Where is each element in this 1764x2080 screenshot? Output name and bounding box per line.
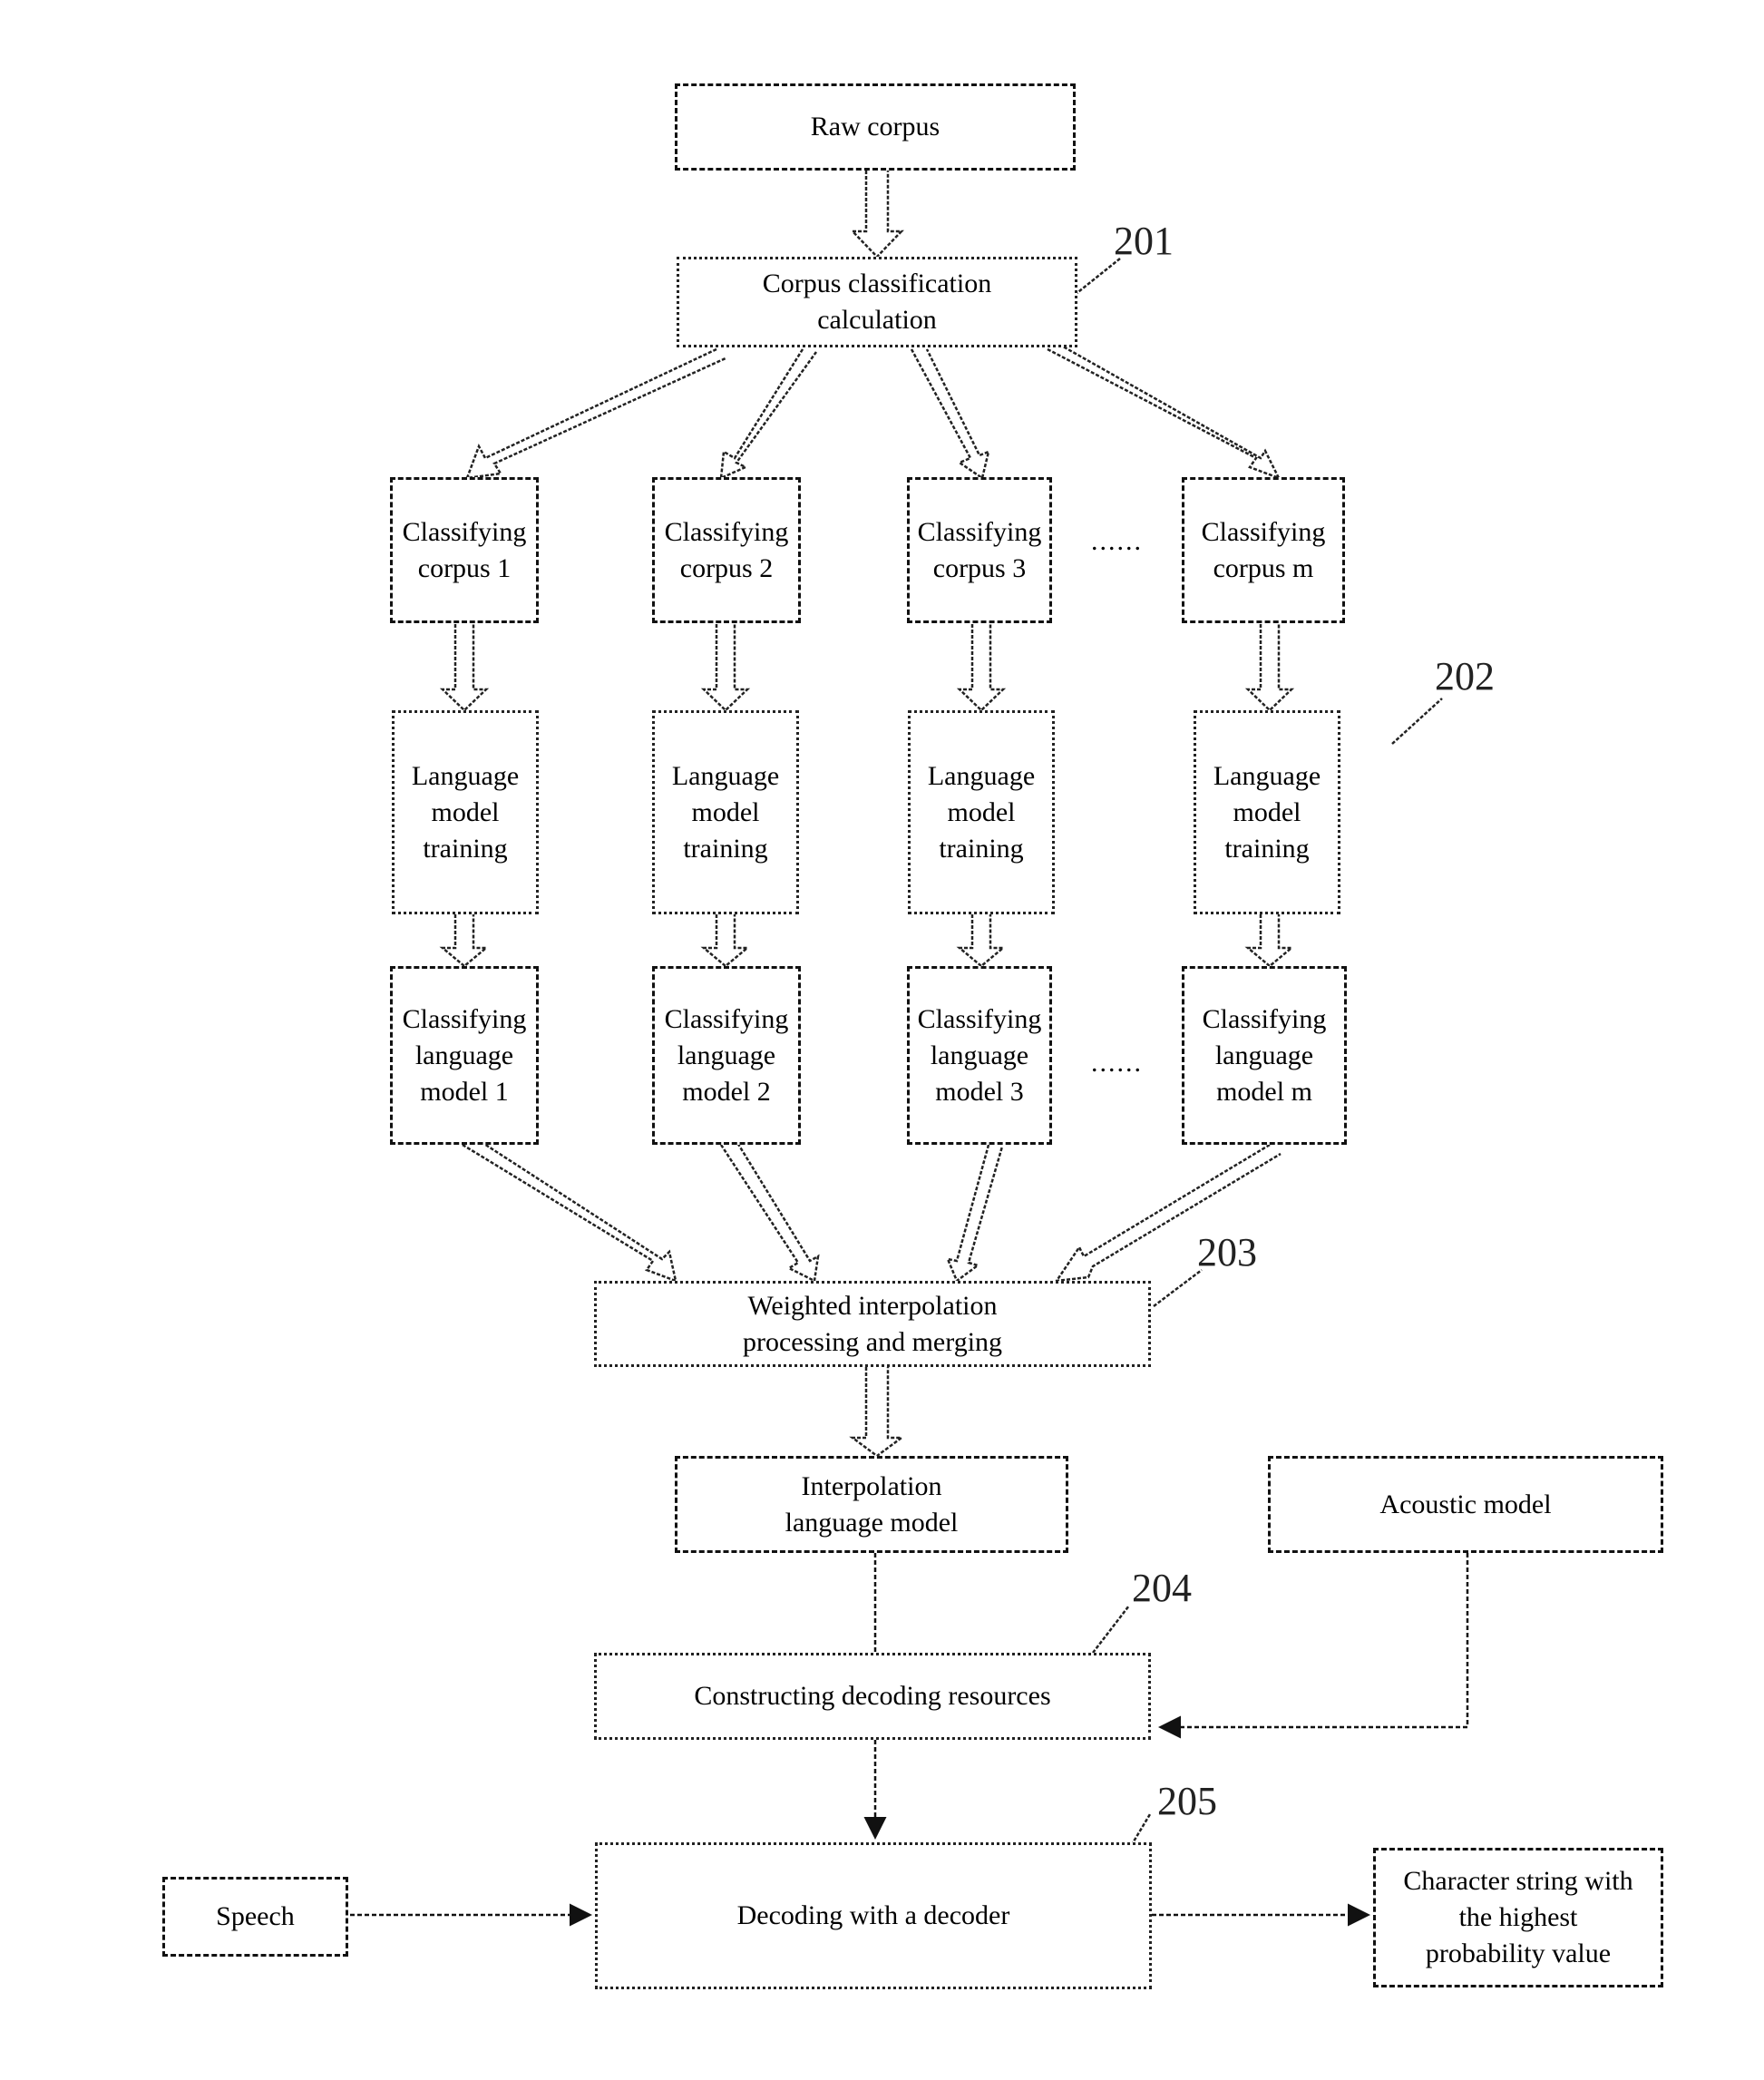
classifying-lm-3-label: Classifying language model 3 [917,1003,1042,1107]
classifying-corpus-m-label: Classifying corpus m [1201,516,1326,583]
ref-202: 202 [1435,654,1495,698]
hollow-arrow-lm2-to-weighted [719,1140,820,1283]
classifying-lm-m-label: Classifying language model m [1202,1003,1327,1107]
hollow-arrow-lm1-to-weighted [462,1134,677,1283]
arrow-acoustic-to-construct [1158,1553,1469,1739]
decoding-label: Decoding with a decoder [736,1900,1010,1930]
lm-training-1-box: Language model training [392,710,539,914]
lm-training-m-label: Language model training [1213,760,1321,864]
weighted-interpolation-label: Weighted interpolation processing and me… [742,1290,1003,1357]
hollow-arrow-trainm-to-lm [1244,914,1295,968]
ref-204-leader [1092,1605,1130,1654]
hollow-arrow-corpus1-to-train [439,624,490,712]
ref-203: 203 [1197,1230,1257,1274]
acoustic-model-box: Acoustic model [1268,1456,1663,1553]
decoding-box: Decoding with a decoder [595,1842,1152,1989]
hollow-arrow-to-corpus-2 [719,348,818,481]
classifying-corpus-3-label: Classifying corpus 3 [917,516,1042,583]
classifying-lm-m-box: Classifying language model m [1182,966,1347,1145]
lm-training-2-box: Language model training [652,710,799,914]
classifying-corpus-1-label: Classifying corpus 1 [402,516,527,583]
classifying-lm-2-box: Classifying language model 2 [652,966,801,1145]
ellipsis-lm: ...... [1091,1048,1143,1078]
lm-training-1-label: Language model training [411,760,520,864]
classifying-lm-1-label: Classifying language model 1 [402,1003,527,1107]
acoustic-model-label: Acoustic model [1379,1489,1552,1519]
classifying-corpus-2-label: Classifying corpus 2 [664,516,789,583]
output-label: Character string with the highest probab… [1403,1866,1633,1968]
lm-training-m-box: Language model training [1194,710,1340,914]
ref-204: 204 [1132,1566,1192,1610]
hollow-arrow-to-corpus-3 [910,348,990,481]
classifying-corpus-1-box: Classifying corpus 1 [390,477,539,623]
raw-corpus-box: Raw corpus [675,83,1076,171]
lm-training-3-box: Language model training [908,710,1055,914]
ref-202-leader [1391,698,1443,745]
corpus-classification-label: Corpus classification calculation [762,269,992,335]
speech-box: Speech [162,1877,348,1957]
hollow-arrow-lm3-to-weighted [945,1144,1004,1283]
hollow-arrow-raw-to-classification [850,171,904,259]
classifying-corpus-3-box: Classifying corpus 3 [907,477,1052,623]
hollow-arrow-corpus2-to-train [700,624,751,712]
output-box: Character string with the highest probab… [1373,1848,1663,1987]
ref-203-leader [1153,1269,1203,1307]
speech-label: Speech [216,1901,295,1931]
hollow-arrow-corpus3-to-train [956,624,1007,712]
lm-training-3-label: Language model training [927,760,1036,864]
ref-201-leader [1074,258,1121,296]
classifying-corpus-2-box: Classifying corpus 2 [652,477,801,623]
hollow-arrow-train3-to-lm [956,914,1007,968]
weighted-interpolation-box: Weighted interpolation processing and me… [594,1281,1151,1367]
ref-201: 201 [1114,219,1174,263]
hollow-arrow-train1-to-lm [439,914,490,968]
corpus-classification-box: Corpus classification calculation [677,257,1077,347]
hollow-arrow-corpusm-to-train [1244,624,1295,712]
hollow-arrow-to-corpus-1 [465,347,726,480]
constructing-decoding-label: Constructing decoding resources [694,1681,1051,1711]
classifying-lm-1-box: Classifying language model 1 [390,966,539,1145]
lm-training-2-label: Language model training [671,760,780,864]
classifying-lm-3-box: Classifying language model 3 [907,966,1052,1145]
ellipsis-corpus: ...... [1091,526,1143,556]
interpolation-lm-label: Interpolation language model [785,1470,959,1538]
hollow-arrow-to-corpus-m [1047,341,1282,481]
hollow-arrow-weighted-to-interp [849,1367,905,1458]
classifying-corpus-m-box: Classifying corpus m [1182,477,1345,623]
raw-corpus-label: Raw corpus [810,112,940,142]
interpolation-lm-box: Interpolation language model [675,1456,1068,1553]
hollow-arrow-train2-to-lm [700,914,751,968]
ref-205: 205 [1157,1779,1217,1823]
classifying-lm-2-label: Classifying language model 2 [664,1003,789,1107]
constructing-decoding-box: Constructing decoding resources [594,1653,1151,1740]
